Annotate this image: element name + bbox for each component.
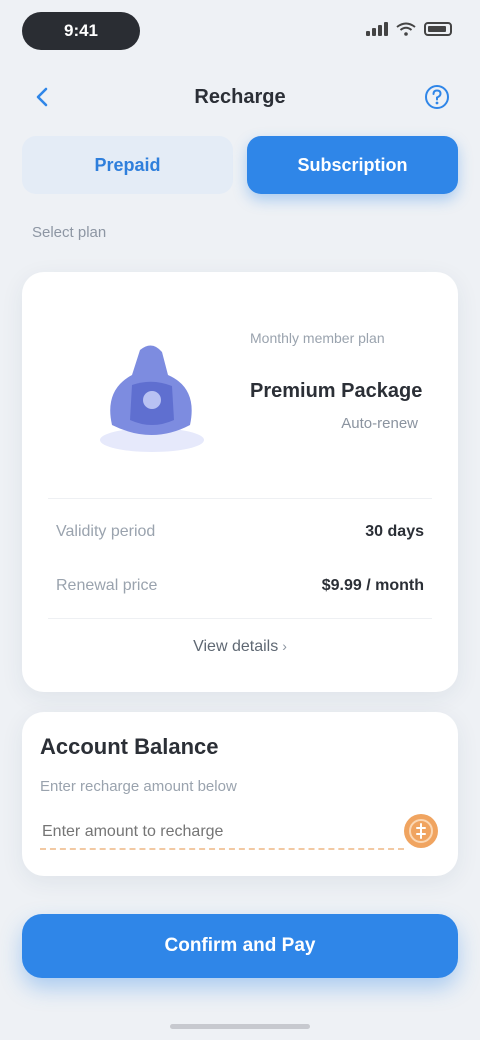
status-bar: 9:41 <box>0 0 480 62</box>
status-icons <box>366 22 452 36</box>
divider <box>48 498 432 499</box>
plan-name: Premium Package <box>250 380 423 402</box>
signal-icon <box>366 22 388 36</box>
plan-subtitle: Auto-renew <box>341 415 418 432</box>
page-title: Recharge <box>194 86 286 108</box>
info-label: Validity period <box>56 523 156 540</box>
tab-bar: Prepaid Subscription <box>22 136 458 194</box>
balance-card: Account Balance Enter recharge amount be… <box>22 712 458 876</box>
info-row-validity: Validity period 30 days <box>56 520 424 544</box>
battery-icon <box>424 22 452 36</box>
section-label: Select plan <box>32 224 107 241</box>
header: Recharge <box>0 62 480 132</box>
info-value: 30 days <box>365 523 424 540</box>
view-details-link[interactable]: View details › <box>22 638 458 656</box>
tab-subscription[interactable]: Subscription <box>247 136 458 194</box>
balance-subtitle: Enter recharge amount below <box>40 778 237 795</box>
info-row-renewal: Renewal price $9.99 / month <box>56 574 424 598</box>
plan-caption: Monthly member plan <box>250 330 385 346</box>
confirm-pay-button[interactable]: Confirm and Pay <box>22 914 458 978</box>
help-icon[interactable] <box>424 84 450 110</box>
chevron-right-icon: › <box>282 638 287 654</box>
tab-prepaid[interactable]: Prepaid <box>22 136 233 194</box>
info-label: Renewal price <box>56 577 158 594</box>
balance-title: Account Balance <box>40 734 219 759</box>
amount-input[interactable] <box>40 816 404 850</box>
status-time: 9:41 <box>22 12 140 50</box>
view-details-label: View details <box>193 638 279 655</box>
coin-icon[interactable] <box>402 812 440 850</box>
wifi-icon <box>396 22 416 36</box>
info-value: $9.99 / month <box>321 577 424 594</box>
package-illustration-icon <box>100 345 204 452</box>
divider <box>48 618 432 619</box>
plan-card[interactable]: Monthly member plan Premium Package Auto… <box>22 272 458 692</box>
home-indicator <box>170 1024 310 1029</box>
plan-info: Monthly member plan Premium Package Auto… <box>250 330 430 432</box>
